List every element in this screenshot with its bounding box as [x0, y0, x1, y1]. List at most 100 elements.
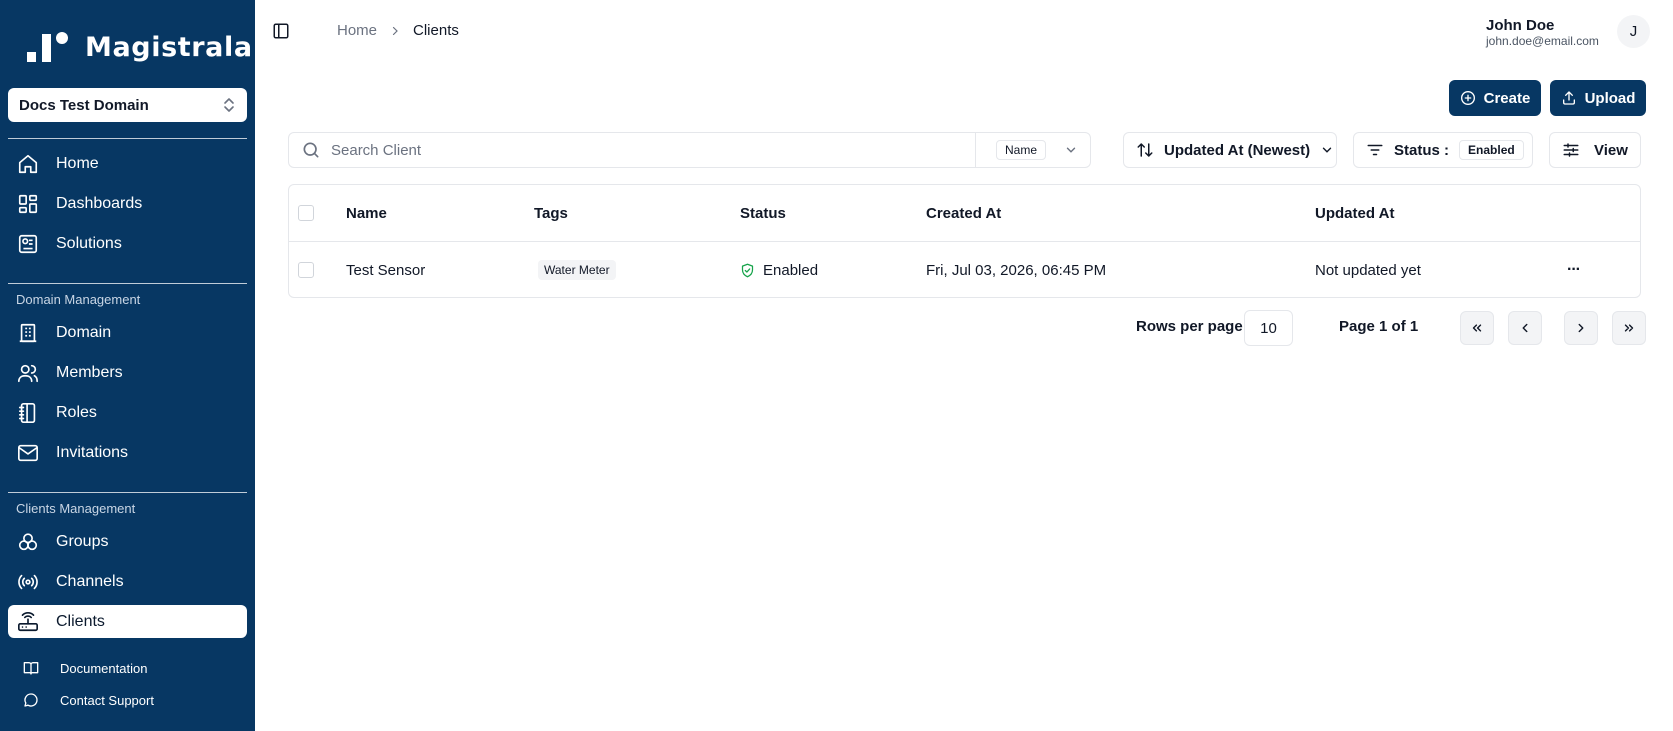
sidebar-item-label: Domain: [56, 323, 112, 341]
sort-select[interactable]: Updated At (Newest): [1123, 132, 1337, 168]
sidebar-item-label: Home: [56, 154, 99, 172]
select-all-checkbox[interactable]: [298, 185, 314, 241]
sidebar-item-roles[interactable]: Roles: [8, 396, 247, 429]
client-name: Test Sensor: [346, 261, 426, 279]
chevron-left-icon: [1522, 323, 1528, 333]
brand[interactable]: Magistrala: [27, 30, 253, 64]
radio-icon: [16, 570, 40, 594]
sidebar-item-label: Channels: [56, 572, 124, 590]
create-button-label: Create: [1483, 89, 1531, 107]
sidebar-item-label: Solutions: [56, 234, 122, 252]
search-field-select[interactable]: Name: [975, 133, 1090, 167]
breadcrumb: Home Clients: [337, 22, 459, 39]
shield-check-icon: [741, 263, 754, 277]
sidebar-item-channels[interactable]: Channels: [8, 565, 247, 598]
sidebar-item-groups[interactable]: Groups: [8, 525, 247, 558]
last-page-button[interactable]: [1612, 311, 1646, 345]
sidebar-item-label: Roles: [56, 403, 97, 421]
status-filter-label: Status :: [1394, 141, 1450, 159]
view-options-button[interactable]: View: [1549, 132, 1641, 168]
sidebar-item-label: Documentation: [60, 660, 148, 676]
sidebar-item-label: Contact Support: [60, 692, 154, 708]
client-status: Enabled: [740, 242, 818, 298]
magistrala-logo-icon: [27, 32, 68, 62]
table-row[interactable]: Test Sensor Water Meter Enabled Fri, Jul…: [289, 242, 1640, 298]
sidebar-item-dashboards[interactable]: Dashboards: [8, 187, 247, 220]
breadcrumb-current: Clients: [413, 22, 459, 39]
sort-select-label: Updated At (Newest): [1164, 141, 1311, 159]
user-name: John Doe: [1486, 17, 1555, 34]
rows-per-page-label: Rows per page: [1136, 318, 1243, 335]
notebook-icon: [16, 401, 40, 425]
sidebar-item-clients[interactable]: Clients: [8, 605, 247, 638]
upload-button-label: Upload: [1584, 89, 1636, 107]
sidebar-divider: [8, 492, 247, 493]
client-status-label: Enabled: [763, 261, 819, 279]
client-tags: Water Meter: [538, 242, 616, 298]
sidebar-item-contact-support[interactable]: Contact Support: [8, 687, 247, 713]
view-options-label: View: [1594, 141, 1628, 159]
groups-icon: [16, 530, 40, 554]
plus-circle-icon: [1460, 91, 1475, 105]
sidebar-item-label: Invitations: [56, 443, 129, 461]
chevron-down-icon: [1066, 147, 1076, 153]
row-checkbox[interactable]: [298, 242, 314, 298]
sidebar-item-home[interactable]: Home: [8, 147, 247, 180]
domain-selector[interactable]: Docs Test Domain: [8, 88, 247, 122]
client-created-at: Fri, Jul 03, 2026, 06:45 PM: [926, 261, 1107, 279]
panel-left-icon: [273, 23, 289, 39]
upload-button[interactable]: Upload: [1550, 80, 1646, 116]
column-header-status[interactable]: Status: [740, 185, 786, 241]
row-actions-more-icon[interactable]: ···: [1567, 242, 1581, 298]
sidebar-item-label: Dashboards: [56, 194, 143, 212]
table-header: Name Tags Status Created At Updated At: [289, 185, 1640, 242]
breadcrumb-home-link[interactable]: Home: [337, 22, 377, 39]
sidebar-item-documentation[interactable]: Documentation: [8, 655, 247, 681]
section-label-clients-management: Clients Management: [16, 501, 136, 516]
avatar[interactable]: J: [1617, 15, 1650, 48]
column-header-name[interactable]: Name: [346, 185, 387, 241]
column-header-tags[interactable]: Tags: [534, 185, 568, 241]
dashboard-icon: [16, 192, 40, 216]
sidebar-divider: [8, 138, 247, 139]
column-header-created-at[interactable]: Created At: [926, 185, 1001, 241]
users-icon: [16, 361, 40, 385]
user-email: john.doe@email.com: [1486, 34, 1599, 48]
create-button[interactable]: Create: [1449, 80, 1541, 116]
first-page-button[interactable]: [1460, 311, 1494, 345]
search-icon: [303, 142, 319, 158]
sidebar-item-members[interactable]: Members: [8, 356, 247, 389]
book-icon: [22, 659, 40, 677]
sidebar-item-solutions[interactable]: Solutions: [8, 227, 247, 260]
chevron-right-icon: [389, 25, 401, 37]
section-label-domain-management: Domain Management: [16, 292, 141, 307]
rows-per-page-select[interactable]: 10: [1244, 310, 1293, 346]
tag-chip: Water Meter: [538, 260, 616, 280]
sidebar-item-label: Members: [56, 363, 123, 381]
sidebar: Magistrala Docs Test Domain Home Dashboa…: [0, 0, 255, 731]
sidebar-toggle-button[interactable]: [272, 22, 292, 42]
column-header-updated-at[interactable]: Updated At: [1315, 185, 1394, 241]
status-filter-button[interactable]: Status : Enabled: [1353, 132, 1533, 168]
filter-lines-icon: [1367, 144, 1383, 156]
solutions-icon: [16, 232, 40, 256]
clients-table: Name Tags Status Created At Updated At T…: [288, 184, 1641, 298]
chevron-down-icon: [1322, 147, 1332, 153]
brand-name: Magistrala: [85, 31, 253, 63]
chat-icon: [22, 691, 40, 709]
page-indicator: Page 1 of 1: [1339, 318, 1419, 335]
sidebar-item-domain[interactable]: Domain: [8, 316, 247, 349]
sidebar-item-label: Groups: [56, 532, 109, 550]
sidebar-item-invitations[interactable]: Invitations: [8, 436, 247, 469]
search-box: Name: [288, 132, 1091, 168]
upload-icon: [1562, 91, 1575, 105]
sidebar-item-label: Clients: [56, 612, 105, 630]
user-menu[interactable]: John Doe john.doe@email.com: [1486, 17, 1599, 48]
next-page-button[interactable]: [1564, 311, 1598, 345]
sort-arrows-icon: [1137, 143, 1153, 157]
status-filter-value: Enabled: [1459, 140, 1524, 160]
sliders-icon: [1563, 143, 1579, 157]
previous-page-button[interactable]: [1508, 311, 1542, 345]
search-field-value: Name: [996, 140, 1047, 160]
chevron-right-icon: [1578, 323, 1584, 333]
